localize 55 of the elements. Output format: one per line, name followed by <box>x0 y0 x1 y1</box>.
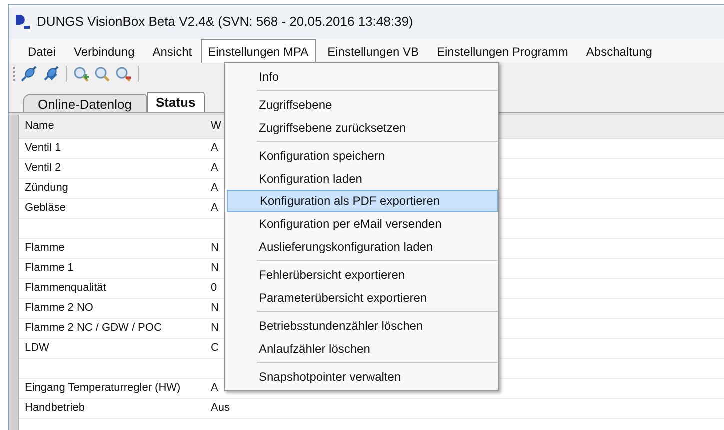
table-cell-text: Eingang Temperaturregler (HW) <box>24 381 182 396</box>
tab[interactable]: Status <box>146 92 205 112</box>
table-cell-text: Gebläse <box>24 201 67 216</box>
table-cell-text: A <box>210 381 220 396</box>
menu-entry[interactable]: Zugriffsebene <box>257 93 497 116</box>
menu-item[interactable]: Einstellungen MPA <box>201 39 316 63</box>
table-cell-text: Flamme 2 NO <box>24 301 94 316</box>
table-cell-text: N <box>210 321 220 336</box>
table-cell-text: A <box>210 181 220 196</box>
menu-entry[interactable]: Parameterübersicht exportieren <box>257 286 497 309</box>
table-cell-text: A <box>210 141 220 156</box>
menu-entry[interactable]: Snapshotpointer verwalten <box>257 365 497 388</box>
table-cell-text: Handbetrieb <box>24 401 86 416</box>
table-cell-text: Flammenqualität <box>24 281 108 296</box>
plug-icon[interactable] <box>42 66 60 82</box>
table-cell-text: N <box>210 261 220 276</box>
column-header: W <box>210 119 222 134</box>
menu-entry[interactable]: Konfiguration laden <box>257 167 497 190</box>
table-cell-text: 0 <box>210 281 218 296</box>
menu-entry[interactable]: Info <box>257 65 497 88</box>
table-cell-text: N <box>210 241 220 256</box>
window-title: DUNGS VisionBox Beta V2.4& (SVN: 568 - 20.05.2016 13:48:39) <box>37 13 414 32</box>
table-cell-text: Zündung <box>24 181 70 196</box>
table-cell-text: Flamme 1 <box>24 261 75 276</box>
search-icon[interactable] <box>94 66 111 82</box>
menu-item[interactable]: Datei <box>19 41 66 63</box>
menu-entry[interactable]: Betriebsstundenzähler löschen <box>257 314 497 337</box>
table-cell-text: A <box>210 201 220 216</box>
table-cell-text: Flamme 2 NC / GDW / POC <box>24 321 163 336</box>
zoom-out-icon[interactable] <box>115 66 132 82</box>
table-cell-text: A <box>210 161 220 176</box>
menu-entry[interactable]: Konfiguration als PDF exportieren <box>227 190 498 212</box>
column-header: Name <box>24 119 56 134</box>
table-cell-text: C <box>210 341 220 356</box>
table-cell-text: LDW <box>24 341 50 356</box>
plug-icon[interactable] <box>20 66 38 82</box>
menu-entry[interactable]: Auslieferungskonfiguration laden <box>257 235 497 258</box>
menu-entry[interactable]: Zugriffsebene zurücksetzen <box>257 116 497 139</box>
menu-entry[interactable]: Fehlerübersicht exportieren <box>257 263 497 286</box>
table-cell-text: Ventil 2 <box>24 161 62 176</box>
table-cell-text: Aus <box>210 401 231 416</box>
menu-item[interactable]: Einstellungen Programm <box>428 41 578 63</box>
menu-item[interactable]: Ansicht <box>144 41 202 63</box>
app-logo-icon <box>15 14 31 30</box>
menu-item[interactable]: Verbindung <box>65 41 144 63</box>
menu-item[interactable]: Einstellungen VB <box>318 41 428 63</box>
menu-item[interactable]: Abschaltung <box>577 41 662 63</box>
menu-entry[interactable]: Konfiguration per eMail versenden <box>257 212 497 235</box>
table-cell-text: N <box>210 301 220 316</box>
table-cell-text: Flamme <box>24 241 66 256</box>
menu-entry[interactable]: Anlaufzähler löschen <box>257 337 497 360</box>
zoom-in-icon[interactable] <box>73 66 90 82</box>
menu-entry[interactable]: Konfiguration speichern <box>257 144 497 167</box>
tab[interactable]: Online-Datenlog <box>23 94 147 112</box>
table-cell-text: Ventil 1 <box>24 141 62 156</box>
